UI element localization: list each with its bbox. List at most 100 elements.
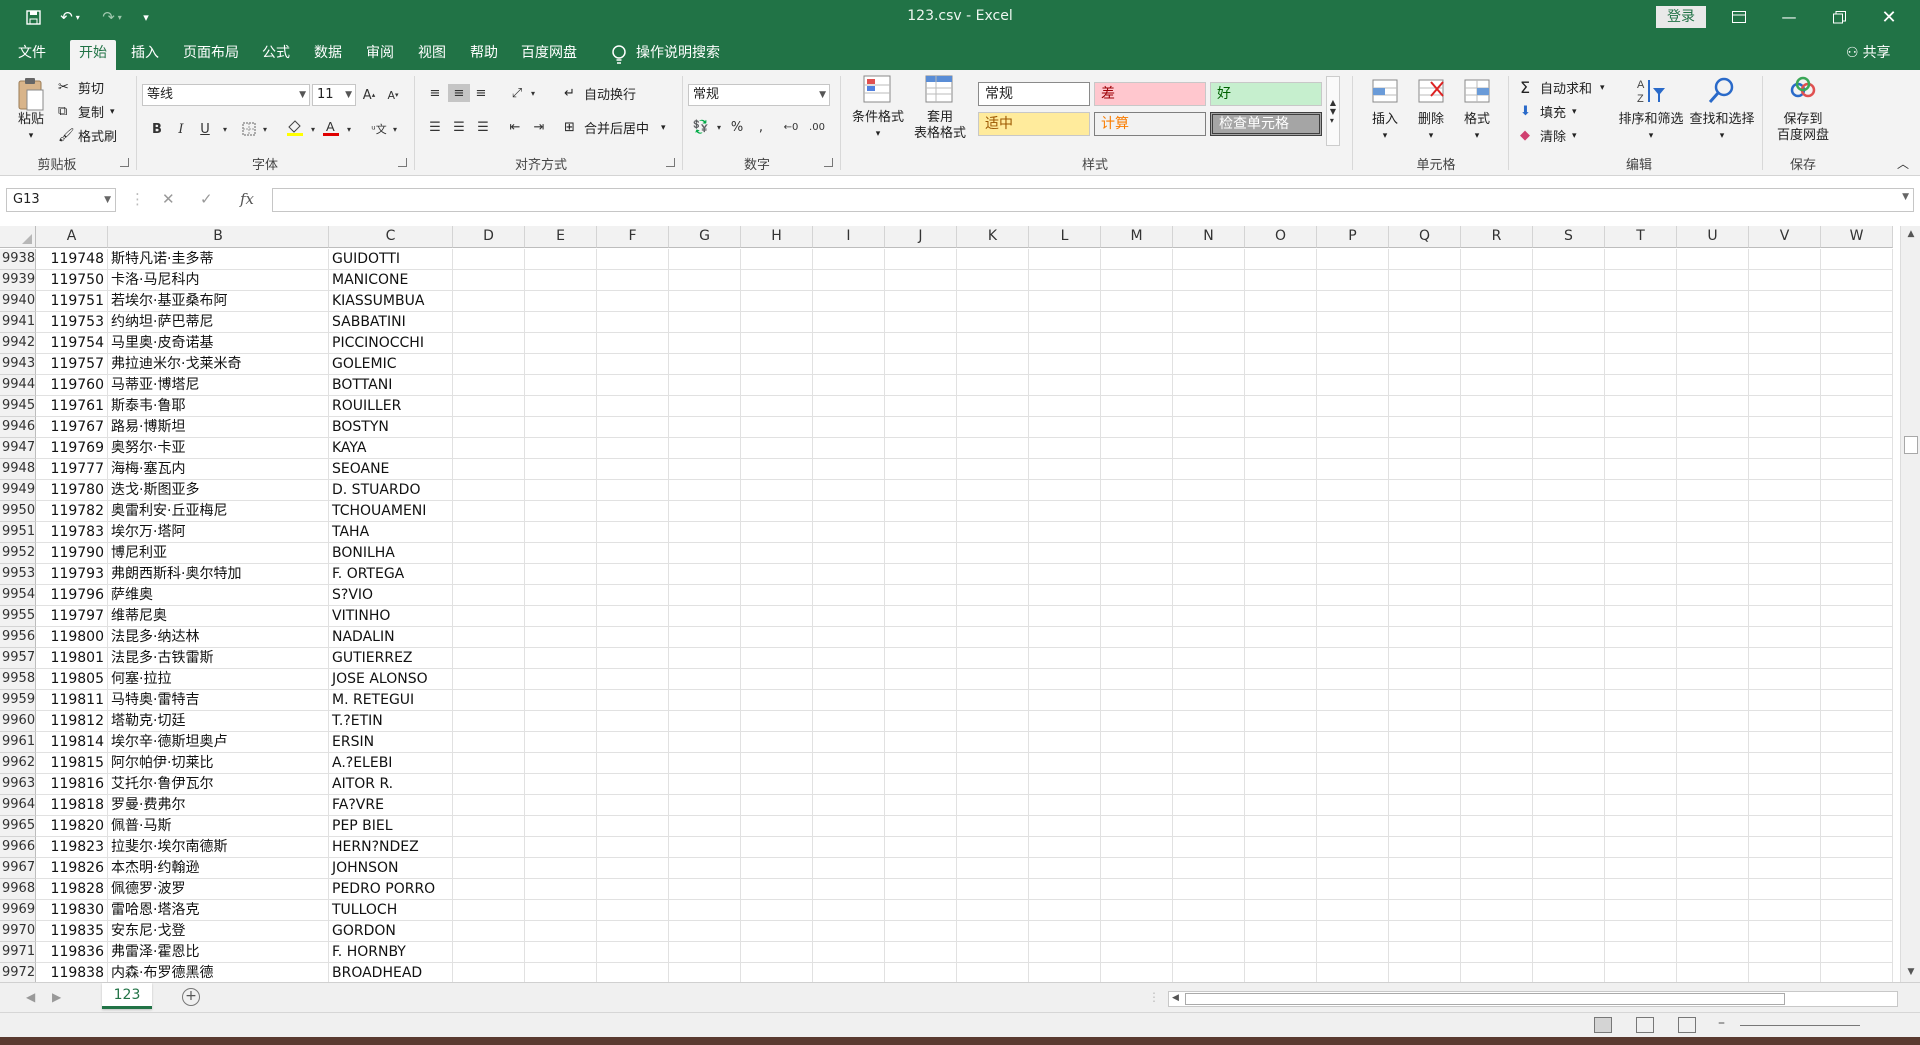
cell-c[interactable]: ERSIN	[329, 732, 453, 753]
cell-u[interactable]	[1677, 942, 1749, 963]
cell-c[interactable]: SEOANE	[329, 459, 453, 480]
cell-b[interactable]: 斯特凡诺·圭多蒂	[108, 249, 329, 270]
cell-s[interactable]	[1533, 627, 1605, 648]
cell-n[interactable]	[1173, 858, 1245, 879]
cell-g[interactable]	[669, 732, 741, 753]
cell-r[interactable]	[1461, 816, 1533, 837]
cell-k[interactable]	[957, 564, 1029, 585]
cell-n[interactable]	[1173, 732, 1245, 753]
cell-d[interactable]	[453, 858, 525, 879]
cell-i[interactable]	[813, 291, 885, 312]
cell-h[interactable]	[741, 669, 813, 690]
cell-p[interactable]	[1317, 585, 1389, 606]
cell-e[interactable]	[525, 270, 597, 291]
cell-g[interactable]	[669, 753, 741, 774]
align-bottom-icon[interactable]: ≡	[472, 84, 490, 102]
cell-t[interactable]	[1605, 858, 1677, 879]
cell-v[interactable]	[1749, 732, 1821, 753]
cell-k[interactable]	[957, 501, 1029, 522]
cell-u[interactable]	[1677, 816, 1749, 837]
cell-b[interactable]: 佩德罗·波罗	[108, 879, 329, 900]
cell-c[interactable]: GUTIERREZ	[329, 648, 453, 669]
column-header-q[interactable]: Q	[1389, 226, 1461, 248]
bold-button[interactable]: B	[148, 120, 166, 138]
cell-r[interactable]	[1461, 963, 1533, 982]
cell-t[interactable]	[1605, 669, 1677, 690]
cell-f[interactable]	[597, 816, 669, 837]
wrap-text-button[interactable]: ↵ 自动换行	[564, 84, 636, 103]
cell-o[interactable]	[1245, 900, 1317, 921]
cell-q[interactable]	[1389, 963, 1461, 982]
cell-k[interactable]	[957, 354, 1029, 375]
cell-q[interactable]	[1389, 333, 1461, 354]
style-bad[interactable]: 差	[1094, 82, 1206, 106]
cell-m[interactable]	[1101, 417, 1173, 438]
cell-c[interactable]: TCHOUAMENI	[329, 501, 453, 522]
vertical-scrollbar[interactable]: ▲ ▼	[1900, 226, 1920, 982]
row-header[interactable]: 9950	[0, 501, 36, 522]
cell-n[interactable]	[1173, 417, 1245, 438]
cell-r[interactable]	[1461, 732, 1533, 753]
cell-w[interactable]	[1821, 795, 1893, 816]
cell-r[interactable]	[1461, 879, 1533, 900]
cell-s[interactable]	[1533, 606, 1605, 627]
cell-n[interactable]	[1173, 459, 1245, 480]
cell-p[interactable]	[1317, 417, 1389, 438]
cell-q[interactable]	[1389, 795, 1461, 816]
cell-n[interactable]	[1173, 396, 1245, 417]
cell-t[interactable]	[1605, 648, 1677, 669]
cell-s[interactable]	[1533, 291, 1605, 312]
cell-h[interactable]	[741, 543, 813, 564]
tab-view[interactable]: 视图	[412, 40, 452, 70]
cell-b[interactable]: 安东尼·戈登	[108, 921, 329, 942]
cell-g[interactable]	[669, 606, 741, 627]
sheet-next-icon[interactable]: ▶	[52, 990, 61, 1004]
cell-g[interactable]	[669, 522, 741, 543]
cell-d[interactable]	[453, 480, 525, 501]
cell-b[interactable]: 内森·布罗德黑德	[108, 963, 329, 982]
cell-d[interactable]	[453, 900, 525, 921]
cell-f[interactable]	[597, 291, 669, 312]
cell-s[interactable]	[1533, 669, 1605, 690]
column-header-j[interactable]: J	[885, 226, 957, 248]
cell-l[interactable]	[1029, 816, 1101, 837]
alignment-launcher-icon[interactable]	[666, 158, 675, 167]
cell-i[interactable]	[813, 690, 885, 711]
cell-j[interactable]	[885, 522, 957, 543]
cell-o[interactable]	[1245, 732, 1317, 753]
cell-k[interactable]	[957, 963, 1029, 982]
cell-q[interactable]	[1389, 585, 1461, 606]
cell-e[interactable]	[525, 438, 597, 459]
cell-n[interactable]	[1173, 249, 1245, 270]
cell-s[interactable]	[1533, 816, 1605, 837]
row-header[interactable]: 9945	[0, 396, 36, 417]
cell-m[interactable]	[1101, 711, 1173, 732]
tab-file[interactable]: 文件	[10, 40, 54, 70]
cell-d[interactable]	[453, 963, 525, 982]
cell-f[interactable]	[597, 480, 669, 501]
cell-h[interactable]	[741, 648, 813, 669]
column-header-v[interactable]: V	[1749, 226, 1821, 248]
increase-indent-icon[interactable]: ⇥	[530, 118, 548, 136]
cell-k[interactable]	[957, 942, 1029, 963]
cell-u[interactable]	[1677, 900, 1749, 921]
cell-i[interactable]	[813, 312, 885, 333]
cell-v[interactable]	[1749, 627, 1821, 648]
row-header[interactable]: 9955	[0, 606, 36, 627]
cell-g[interactable]	[669, 333, 741, 354]
cell-o[interactable]	[1245, 354, 1317, 375]
cell-l[interactable]	[1029, 753, 1101, 774]
clipboard-launcher-icon[interactable]	[120, 158, 129, 167]
horizontal-scrollbar[interactable]: ◀	[1168, 991, 1898, 1007]
cell-o[interactable]	[1245, 690, 1317, 711]
cell-n[interactable]	[1173, 543, 1245, 564]
cell-q[interactable]	[1389, 837, 1461, 858]
row-header[interactable]: 9942	[0, 333, 36, 354]
cell-o[interactable]	[1245, 396, 1317, 417]
cell-j[interactable]	[885, 543, 957, 564]
sheet-prev-icon[interactable]: ◀	[26, 990, 35, 1004]
cell-k[interactable]	[957, 774, 1029, 795]
cell-h[interactable]	[741, 711, 813, 732]
cell-s[interactable]	[1533, 963, 1605, 982]
cell-b[interactable]: 埃尔辛·德斯坦奥卢	[108, 732, 329, 753]
